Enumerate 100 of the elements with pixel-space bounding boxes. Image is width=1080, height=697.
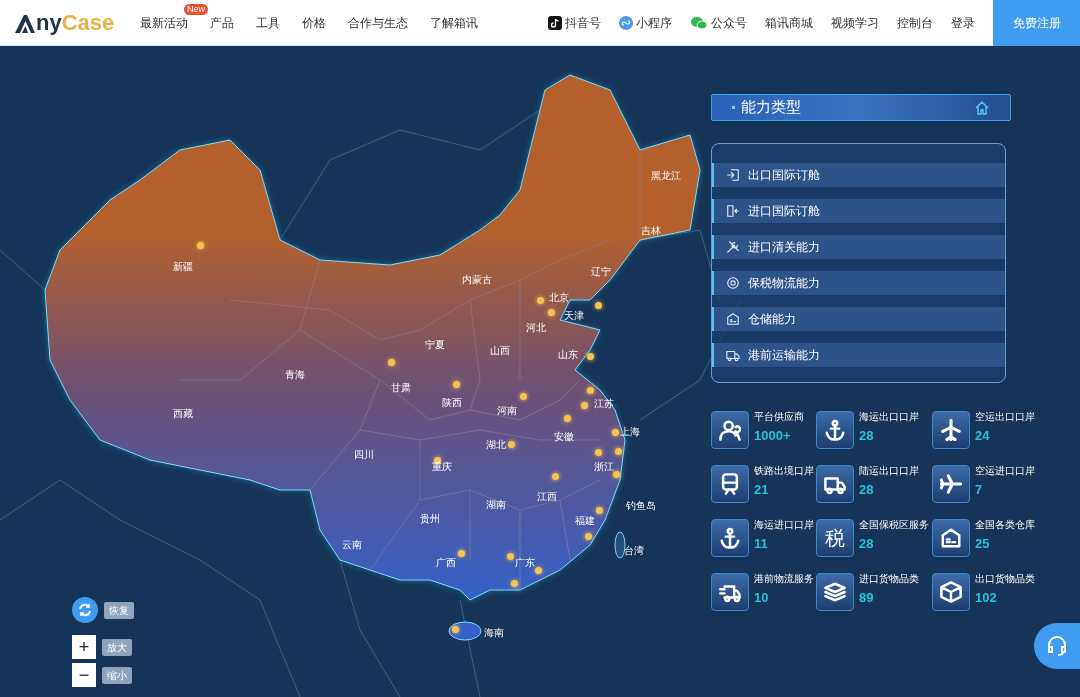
home-icon[interactable] <box>974 99 990 116</box>
stat-value: 7 <box>975 481 984 499</box>
stat-label: 全国各类仓库 <box>975 519 1035 531</box>
region-label: 吉林 <box>641 225 661 237</box>
region-label: 福建 <box>575 515 595 527</box>
capability-item[interactable]: 出口国际订舱 <box>712 163 1005 187</box>
logo-icon <box>14 13 36 34</box>
tax-glyph: 税 <box>825 527 845 549</box>
nav-link[interactable]: 合作与生态 <box>348 15 408 30</box>
region-label: 广西 <box>436 557 456 569</box>
region-label: 西藏 <box>173 408 193 420</box>
anchor-icon <box>719 527 741 549</box>
stat-value: 1000+ <box>754 427 792 445</box>
region-label: 湖南 <box>486 499 506 511</box>
region-label: 内蒙古 <box>462 274 492 286</box>
capability-item[interactable]: 进口国际订舱 <box>712 199 1005 223</box>
capability-item[interactable]: 港前运输能力 <box>712 343 1005 367</box>
social-link[interactable]: 公众号 <box>690 13 747 32</box>
nav-link[interactable]: 产品 <box>210 15 234 30</box>
region-label: 河南 <box>497 405 517 417</box>
stat-label: 陆运出口口岸 <box>859 465 919 477</box>
panel-title: 能力类型 <box>741 97 801 118</box>
logo-text: Case <box>61 11 115 34</box>
stat-value: 10 <box>754 589 770 607</box>
stat-label: 空运出口口岸 <box>975 411 1035 423</box>
box-icon <box>940 581 962 603</box>
music-note-icon <box>548 15 562 30</box>
link-icon <box>619 15 633 30</box>
region-label: 浙江 <box>594 461 614 473</box>
region-label: 江苏 <box>594 398 614 410</box>
region-label: 青海 <box>285 369 305 381</box>
truck-icon <box>726 348 740 362</box>
door-arrow-icon <box>726 168 740 182</box>
nav-link[interactable]: 登录 <box>951 13 975 32</box>
region-label: 钓鱼岛 <box>626 500 656 512</box>
region-label: 河北 <box>526 322 546 334</box>
stat-value: 21 <box>754 481 770 499</box>
nav-link[interactable]: 最新活动 <box>140 15 188 30</box>
building-icon <box>940 527 962 549</box>
stat-value: 28 <box>859 481 875 499</box>
region-label: 广东 <box>515 557 535 569</box>
region-label: 云南 <box>342 539 362 551</box>
region-label: 山东 <box>558 349 578 361</box>
building-icon <box>726 312 740 326</box>
nav-link[interactable]: 价格 <box>302 15 326 30</box>
nav-link[interactable]: 视频学习 <box>831 13 879 32</box>
zoom-out-button[interactable]: − <box>72 663 96 687</box>
stat-label: 平台供应商 <box>754 411 804 423</box>
stat-label: 进口货物品类 <box>859 573 919 585</box>
airplane-icon <box>940 419 962 441</box>
stat-value: 28 <box>859 427 875 445</box>
airplane-icon <box>940 473 962 495</box>
region-label: 陕西 <box>442 397 462 409</box>
region-label: 贵州 <box>420 513 440 525</box>
reset-button[interactable] <box>72 597 98 623</box>
circle-badge-icon <box>726 276 740 290</box>
tools-icon <box>726 240 740 254</box>
support-button[interactable] <box>1034 623 1080 669</box>
stat-value: 25 <box>975 535 991 553</box>
capability-item[interactable]: 保税物流能力 <box>712 271 1005 295</box>
stat-value: 11 <box>754 535 769 553</box>
nav-link[interactable]: 工具 <box>256 15 280 30</box>
control-tooltip: 缩小 <box>102 666 132 684</box>
nav-link[interactable]: 了解箱讯 <box>430 15 478 30</box>
region-label: 北京 <box>549 292 569 304</box>
region-label: 江西 <box>537 491 557 503</box>
stat-value: 24 <box>975 427 991 445</box>
region-label: 上海 <box>620 426 640 438</box>
stat-label: 空运进口口岸 <box>975 465 1035 477</box>
stat-label: 出口货物品类 <box>975 573 1035 585</box>
region-label: 甘肃 <box>391 382 411 394</box>
stat-label: 全国保税区服务 <box>859 519 929 531</box>
region-label: 海南 <box>484 627 504 639</box>
refresh-icon <box>77 602 93 618</box>
region-label: 四川 <box>354 449 374 461</box>
nav-link[interactable]: 箱讯商城 <box>765 13 813 32</box>
zoom-in-button[interactable]: + <box>72 635 96 659</box>
stat-value: 89 <box>859 589 875 607</box>
region-label: 重庆 <box>432 461 452 473</box>
control-tooltip: 恢复 <box>104 601 134 619</box>
nav-link[interactable]: 控制台 <box>897 13 933 32</box>
social-link[interactable]: 小程序 <box>619 13 672 32</box>
door-arrow-icon <box>726 204 740 218</box>
capability-item[interactable]: 仓储能力 <box>712 307 1005 331</box>
layers-icon <box>824 581 846 603</box>
headset-icon <box>1045 634 1069 658</box>
stat-value: 28 <box>859 535 875 553</box>
region-label: 天津 <box>564 310 584 322</box>
control-tooltip: 放大 <box>102 638 132 656</box>
region-label: 辽宁 <box>591 266 611 278</box>
logo-text: ny <box>36 11 62 34</box>
capability-item[interactable]: 进口清关能力 <box>712 235 1005 259</box>
stat-label: 港前物流服务 <box>754 573 814 585</box>
stat-value: 102 <box>975 589 998 607</box>
region-label: 台湾 <box>624 545 644 557</box>
users-icon <box>719 419 741 441</box>
region-label: 山西 <box>490 345 510 357</box>
chat-bubbles-icon <box>690 15 708 30</box>
region-label: 湖北 <box>486 439 506 451</box>
social-link[interactable]: 抖音号 <box>548 13 601 32</box>
